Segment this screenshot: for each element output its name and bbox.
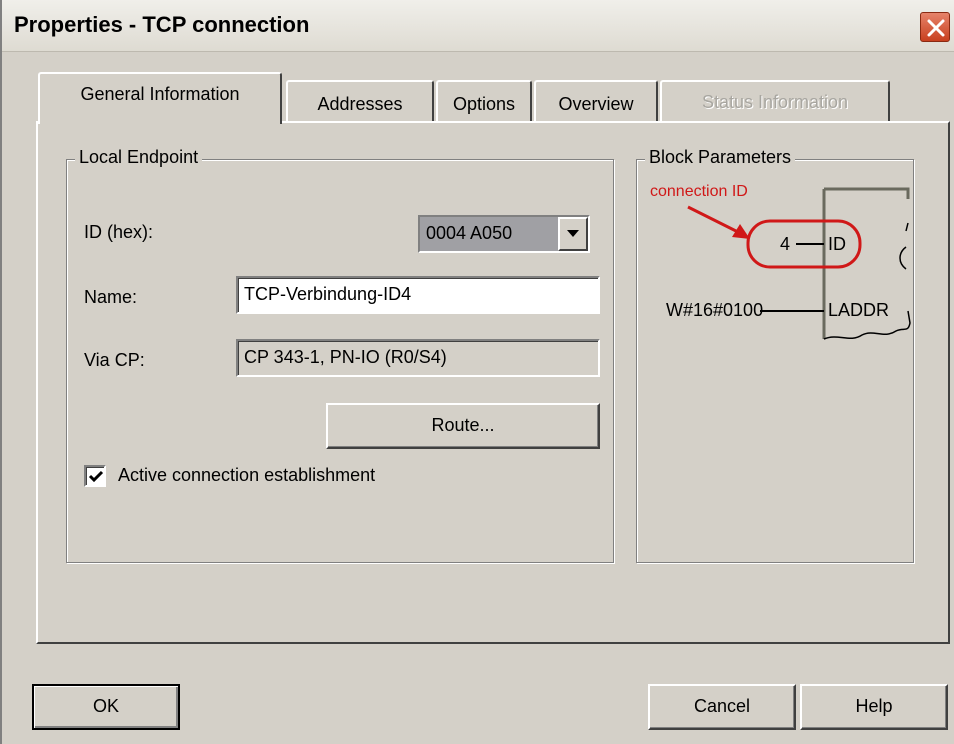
id-param-value: 4: [780, 234, 791, 254]
connection-id-annotation: connection ID: [650, 183, 748, 200]
title-bar[interactable]: Properties - TCP connection: [2, 0, 954, 52]
tab-general-information[interactable]: General Information: [38, 72, 282, 124]
properties-dialog: Properties - TCP connection General Info…: [0, 0, 954, 744]
tab-options[interactable]: Options: [436, 80, 532, 122]
cancel-button[interactable]: Cancel: [648, 684, 796, 730]
tab-label: General Information: [80, 84, 240, 104]
ok-button[interactable]: OK: [32, 684, 180, 730]
cancel-button-label: Cancel: [693, 696, 751, 716]
help-button[interactable]: Help: [800, 684, 948, 730]
id-param-name: ID: [828, 234, 846, 254]
tab-label: Status Information: [701, 92, 849, 112]
tab-label: Addresses: [317, 94, 403, 114]
help-button-label: Help: [855, 696, 893, 716]
close-icon: [927, 19, 945, 37]
window-title: Properties - TCP connection: [14, 12, 310, 37]
laddr-param-value: W#16#0100: [666, 300, 764, 320]
laddr-param-name: LADDR: [828, 300, 890, 320]
tab-overview[interactable]: Overview: [534, 80, 658, 122]
tab-addresses[interactable]: Addresses: [286, 80, 434, 122]
block-parameters-diagram: [687, 187, 911, 340]
ok-button-label: OK: [92, 696, 119, 716]
tab-label: Overview: [558, 94, 634, 114]
tab-label: Options: [452, 94, 516, 114]
close-button[interactable]: [920, 12, 950, 42]
tab-panel-general-information: Local Endpoint ID (hex): 0004 A050 Name:…: [36, 121, 950, 644]
tab-status-information: Status Information: [660, 80, 890, 122]
arrow-icon: [687, 205, 750, 239]
